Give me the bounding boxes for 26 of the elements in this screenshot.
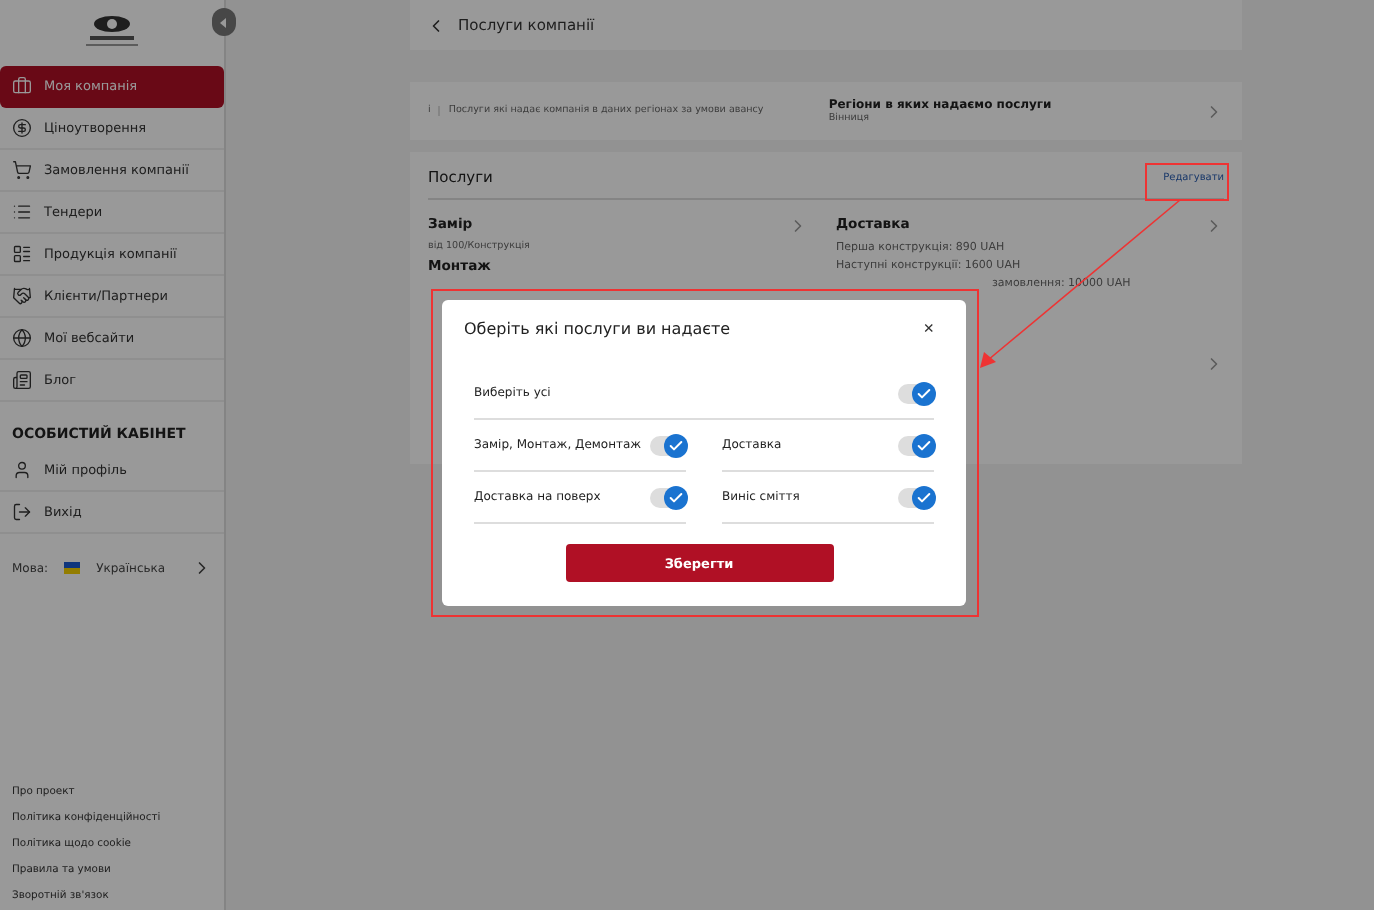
- toggle-switch[interactable]: [898, 487, 934, 507]
- handshake-icon: [12, 286, 32, 306]
- user-icon: [12, 460, 32, 480]
- toggle-switch[interactable]: [898, 383, 934, 403]
- caret-icon: [220, 17, 228, 27]
- annotation-box: [1145, 163, 1229, 201]
- check-icon: [668, 489, 684, 505]
- toggle-switch[interactable]: [898, 435, 934, 455]
- briefcase-icon: [12, 76, 32, 96]
- close-button[interactable]: ×: [923, 318, 934, 338]
- cart-icon: [12, 160, 32, 180]
- list-icon: [12, 202, 32, 222]
- check-icon: [916, 385, 932, 401]
- newspaper-icon: [12, 370, 32, 390]
- check-icon: [916, 437, 932, 453]
- globe-icon: [12, 328, 32, 348]
- flag-icon: [64, 562, 81, 574]
- check-icon: [668, 437, 684, 453]
- logout-icon: [12, 502, 32, 522]
- dollar-icon: [12, 118, 32, 138]
- modal-title: Оберіть які послуги ви надаєте: [464, 319, 731, 337]
- list-icon: [12, 244, 32, 264]
- check-icon: [916, 489, 932, 505]
- collapse-button[interactable]: [212, 8, 236, 36]
- toggle-switch[interactable]: [650, 435, 686, 455]
- toggle-switch[interactable]: [650, 487, 686, 507]
